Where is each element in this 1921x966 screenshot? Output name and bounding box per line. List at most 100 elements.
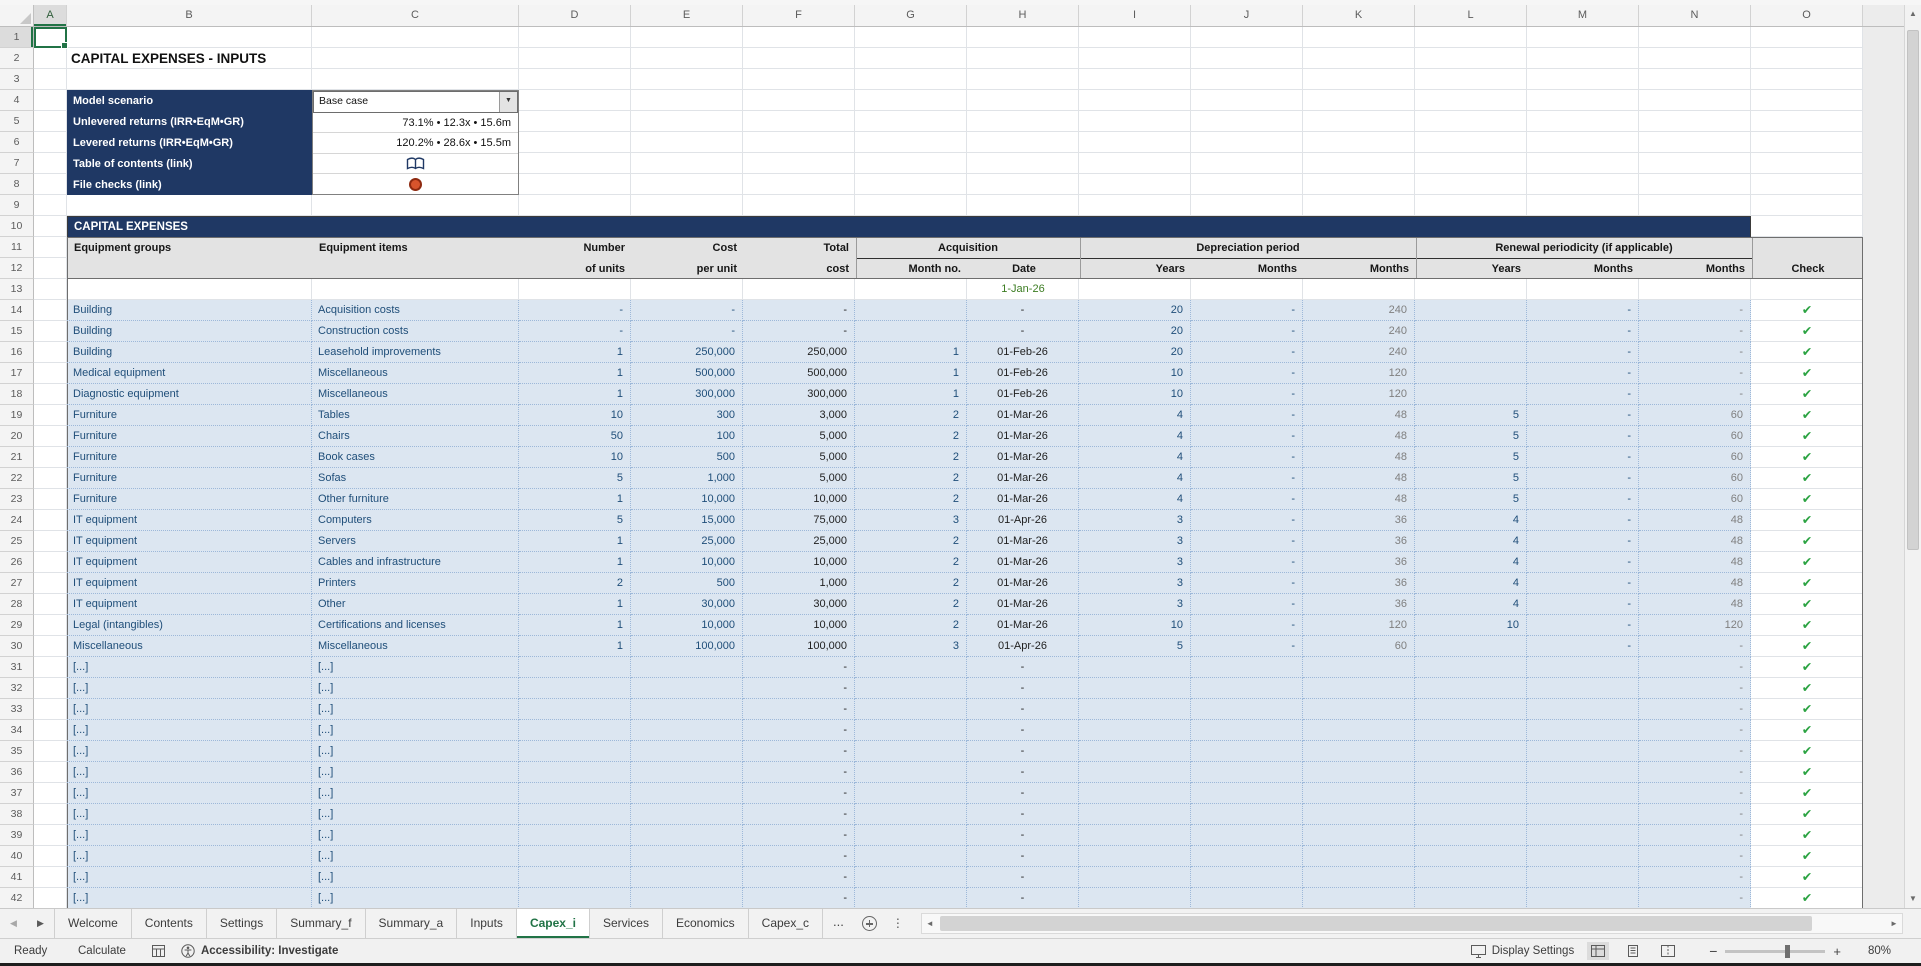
capex-cell-N20[interactable]: 60 <box>1639 426 1751 447</box>
capex-cell-G36[interactable] <box>855 762 967 783</box>
capex-cell-E38[interactable] <box>631 804 743 825</box>
capex-cell-D22[interactable]: 5 <box>519 468 631 489</box>
capex-cell-B39[interactable]: [...] <box>67 825 312 846</box>
capex-cell-E37[interactable] <box>631 783 743 804</box>
capex-cell-N18[interactable]: - <box>1639 384 1751 405</box>
capex-cell-F18[interactable]: 300,000 <box>743 384 855 405</box>
capex-cell-M32[interactable] <box>1527 678 1639 699</box>
capex-cell-B41[interactable]: [...] <box>67 867 312 888</box>
capex-cell-H16[interactable]: 01-Feb-26 <box>967 342 1079 363</box>
capex-cell-I32[interactable] <box>1079 678 1191 699</box>
capex-cell-L41[interactable] <box>1415 867 1527 888</box>
capex-cell-F42[interactable]: - <box>743 888 855 908</box>
capex-cell-M39[interactable] <box>1527 825 1639 846</box>
capex-cell-D29[interactable]: 1 <box>519 615 631 636</box>
capex-cell-H39[interactable]: - <box>967 825 1079 846</box>
capex-cell-H18[interactable]: 01-Feb-26 <box>967 384 1079 405</box>
capex-cell-B42[interactable]: [...] <box>67 888 312 908</box>
capex-cell-B22[interactable]: Furniture <box>67 468 312 489</box>
capex-cell-D42[interactable] <box>519 888 631 908</box>
capex-cell-F19[interactable]: 3,000 <box>743 405 855 426</box>
capex-cell-J35[interactable] <box>1191 741 1303 762</box>
capex-cell-M34[interactable] <box>1527 720 1639 741</box>
capex-cell-H15[interactable]: - <box>967 321 1079 342</box>
capex-cell-K26[interactable]: 36 <box>1303 552 1415 573</box>
capex-cell-J39[interactable] <box>1191 825 1303 846</box>
capex-cell-G20[interactable]: 2 <box>855 426 967 447</box>
accessibility-status-button[interactable]: Accessibility: Investigate <box>201 945 338 957</box>
capex-cell-H28[interactable]: 01-Mar-26 <box>967 594 1079 615</box>
capex-cell-E18[interactable]: 300,000 <box>631 384 743 405</box>
capex-cell-H31[interactable]: - <box>967 657 1079 678</box>
capex-cell-G29[interactable]: 2 <box>855 615 967 636</box>
capex-cell-K38[interactable] <box>1303 804 1415 825</box>
capex-cell-G23[interactable]: 2 <box>855 489 967 510</box>
capex-cell-H22[interactable]: 01-Mar-26 <box>967 468 1079 489</box>
capex-cell-D20[interactable]: 50 <box>519 426 631 447</box>
capex-cell-H25[interactable]: 01-Mar-26 <box>967 531 1079 552</box>
capex-cell-G22[interactable]: 2 <box>855 468 967 489</box>
capex-cell-L31[interactable] <box>1415 657 1527 678</box>
capex-cell-G17[interactable]: 1 <box>855 363 967 384</box>
capex-cell-H34[interactable]: - <box>967 720 1079 741</box>
capex-cell-L26[interactable]: 4 <box>1415 552 1527 573</box>
sheet-tab-capex_i[interactable]: Capex_i <box>517 909 590 938</box>
hscroll-track[interactable] <box>938 914 1886 933</box>
capex-cell-N25[interactable]: 48 <box>1639 531 1751 552</box>
capex-cell-K41[interactable] <box>1303 867 1415 888</box>
capex-cell-I42[interactable] <box>1079 888 1191 908</box>
capex-cell-E31[interactable] <box>631 657 743 678</box>
capex-cell-G21[interactable]: 2 <box>855 447 967 468</box>
capex-cell-I26[interactable]: 3 <box>1079 552 1191 573</box>
capex-cell-D23[interactable]: 1 <box>519 489 631 510</box>
capex-cell-H37[interactable]: - <box>967 783 1079 804</box>
capex-cell-H41[interactable]: - <box>967 867 1079 888</box>
capex-cell-L42[interactable] <box>1415 888 1527 908</box>
capex-cell-D36[interactable] <box>519 762 631 783</box>
capex-cell-N19[interactable]: 60 <box>1639 405 1751 426</box>
capex-cell-D26[interactable]: 1 <box>519 552 631 573</box>
capex-cell-D15[interactable]: - <box>519 321 631 342</box>
capex-cell-I36[interactable] <box>1079 762 1191 783</box>
capex-cell-G31[interactable] <box>855 657 967 678</box>
capex-cell-N21[interactable]: 60 <box>1639 447 1751 468</box>
capex-cell-E26[interactable]: 10,000 <box>631 552 743 573</box>
capex-cell-M38[interactable] <box>1527 804 1639 825</box>
sheet-tab-contents[interactable]: Contents <box>132 909 207 938</box>
capex-cell-M14[interactable]: - <box>1527 300 1639 321</box>
capex-cell-K25[interactable]: 36 <box>1303 531 1415 552</box>
capex-cell-L37[interactable] <box>1415 783 1527 804</box>
capex-cell-E21[interactable]: 500 <box>631 447 743 468</box>
capex-cell-C23[interactable]: Other furniture <box>312 489 519 510</box>
capex-cell-M15[interactable]: - <box>1527 321 1639 342</box>
capex-cell-F39[interactable]: - <box>743 825 855 846</box>
capex-cell-M22[interactable]: - <box>1527 468 1639 489</box>
capex-cell-H20[interactable]: 01-Mar-26 <box>967 426 1079 447</box>
capex-cell-G27[interactable]: 2 <box>855 573 967 594</box>
capex-cell-C14[interactable]: Acquisition costs <box>312 300 519 321</box>
capex-cell-N27[interactable]: 48 <box>1639 573 1751 594</box>
capex-cell-K18[interactable]: 120 <box>1303 384 1415 405</box>
capex-cell-M37[interactable] <box>1527 783 1639 804</box>
capex-cell-L17[interactable] <box>1415 363 1527 384</box>
capex-cell-C37[interactable]: [...] <box>312 783 519 804</box>
capex-cell-J15[interactable]: - <box>1191 321 1303 342</box>
capex-cell-K40[interactable] <box>1303 846 1415 867</box>
capex-cell-E42[interactable] <box>631 888 743 908</box>
capex-cell-M19[interactable]: - <box>1527 405 1639 426</box>
capex-cell-K16[interactable]: 240 <box>1303 342 1415 363</box>
capex-cell-K31[interactable] <box>1303 657 1415 678</box>
capex-cell-M25[interactable]: - <box>1527 531 1639 552</box>
capex-cell-M41[interactable] <box>1527 867 1639 888</box>
capex-cell-B20[interactable]: Furniture <box>67 426 312 447</box>
capex-cell-E20[interactable]: 100 <box>631 426 743 447</box>
capex-cell-N16[interactable]: - <box>1639 342 1751 363</box>
capex-cell-B31[interactable]: [...] <box>67 657 312 678</box>
capex-cell-L28[interactable]: 4 <box>1415 594 1527 615</box>
capex-cell-E40[interactable] <box>631 846 743 867</box>
sheet-tab-summary_f[interactable]: Summary_f <box>277 909 365 938</box>
capex-cell-J21[interactable]: - <box>1191 447 1303 468</box>
display-settings-button[interactable]: Display Settings <box>1492 945 1574 957</box>
capex-cell-B18[interactable]: Diagnostic equipment <box>67 384 312 405</box>
capex-cell-M36[interactable] <box>1527 762 1639 783</box>
